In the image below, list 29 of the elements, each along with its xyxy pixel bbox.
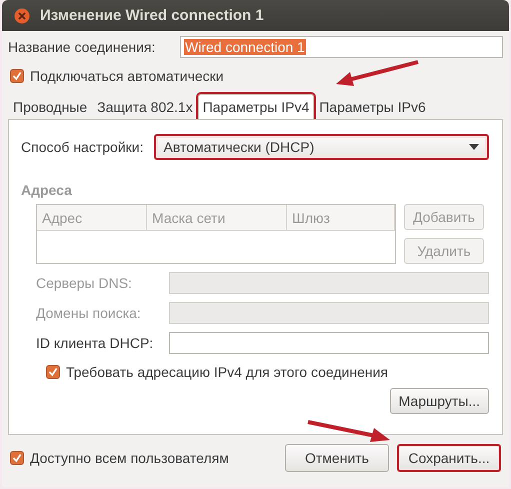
input-field[interactable] bbox=[169, 272, 489, 294]
close-icon[interactable] bbox=[14, 8, 30, 24]
caret-icon bbox=[469, 144, 479, 150]
addresses-heading: Адреса bbox=[21, 182, 73, 198]
field-label: Серверы DNS: bbox=[36, 275, 133, 291]
tab[interactable]: Параметры IPv6 bbox=[314, 94, 431, 119]
checkbox-label: Подключаться автоматически bbox=[30, 68, 224, 84]
checkbox-label: Доступно всем пользователям bbox=[30, 450, 229, 466]
column-header: Маска сети bbox=[147, 205, 287, 230]
method-label: Способ настройки: bbox=[21, 139, 144, 155]
field-label: Домены поиска: bbox=[36, 305, 142, 321]
method-dropdown[interactable]: Автоматически (DHCP) bbox=[154, 134, 489, 160]
checkbox[interactable] bbox=[10, 451, 24, 465]
cancel-button[interactable]: Отменить bbox=[285, 444, 389, 472]
save-button[interactable]: Сохранить... bbox=[397, 444, 501, 472]
checkbox[interactable] bbox=[46, 365, 60, 379]
field-label: ID клиента DHCP: bbox=[36, 335, 154, 351]
routes-button[interactable]: Маршруты... bbox=[390, 388, 489, 414]
tab[interactable]: Проводные bbox=[8, 94, 92, 119]
column-header: Шлюз bbox=[287, 205, 395, 230]
column-header: Адрес bbox=[37, 205, 147, 230]
tab[interactable]: Параметры IPv4 bbox=[198, 94, 314, 119]
input-field[interactable] bbox=[169, 302, 489, 324]
connection-name-label: Название соединения: bbox=[8, 39, 156, 55]
checkbox[interactable] bbox=[10, 69, 24, 83]
input-field[interactable] bbox=[169, 332, 489, 354]
tab[interactable]: Защита 802.1x bbox=[92, 94, 198, 119]
checkbox-label: Требовать адресацию IPv4 для этого соединения bbox=[66, 364, 388, 380]
window-title: Изменение Wired connection 1 bbox=[40, 7, 264, 24]
